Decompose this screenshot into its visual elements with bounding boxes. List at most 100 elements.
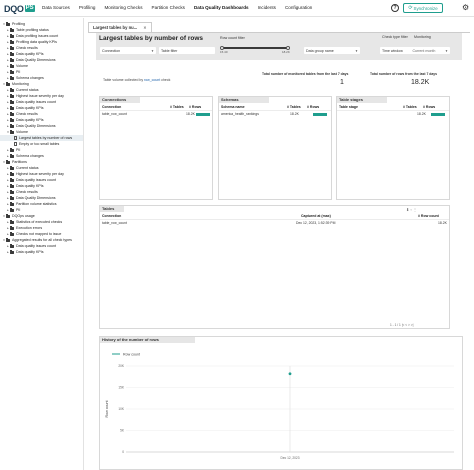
monitored-tables-value: 1 [340, 79, 344, 86]
folder-icon [10, 147, 14, 152]
connections-card: Connections Connection # Tables # Rows t… [99, 96, 213, 200]
col-table-stage[interactable]: Table stage [339, 105, 358, 109]
sidebar-item-label: Check results [16, 112, 38, 116]
time-window-label: Time window [382, 48, 403, 53]
nav-data-quality-dashboards[interactable]: Data Quality Dashboards [194, 5, 249, 10]
card-title: Connections [100, 97, 140, 103]
tables-card: Tables ⬇ ▫ ⋮ Connection Captured at (max… [99, 205, 450, 329]
pager-arrows[interactable]: |< < > >| [402, 323, 414, 327]
table-toolbar-icons[interactable]: ⬇ ▫ ⋮ [406, 207, 417, 212]
sidebar-item-label: Highest issue severity per day [16, 172, 64, 176]
dashboards-tree-sidebar: ▾ Profiling ▸ Table profiling status ▸ Data p… [0, 18, 84, 470]
sidebar-item-label: Data quality KPIs [16, 250, 44, 254]
main-nav: Data Sources Profiling Monitoring Checks Pa… [42, 5, 312, 10]
chart-title: History of the number of rows [100, 337, 195, 343]
nav-profiling[interactable]: Profiling [79, 5, 96, 10]
col-tables[interactable]: # Tables [287, 105, 301, 109]
divider [100, 110, 212, 111]
row-count-link[interactable]: row_count [144, 78, 160, 82]
check-type-filter-label: Check type filter [382, 35, 408, 39]
volume-note: Table volume collected by row_count chec… [103, 78, 170, 82]
filter-panel: Largest tables by number of rows Connect… [96, 33, 462, 60]
close-icon[interactable]: ✕ [143, 25, 146, 30]
dqops-logo[interactable]: DQO PS [4, 3, 35, 14]
col-captured-at[interactable]: Captured at (max) [301, 214, 331, 218]
slider-max-handle[interactable] [286, 45, 290, 50]
row-count-filter[interactable]: Row count filter 15.40 18.2K [220, 36, 294, 54]
document-icon [14, 136, 17, 140]
pagination[interactable]: 1 - 1 / 1 |< < > >| [390, 323, 413, 327]
help-icon[interactable]: ? [391, 4, 399, 12]
row-count-filter-label: Row count filter [220, 36, 245, 40]
check-type-filter-value[interactable]: Monitoring [414, 35, 431, 39]
folder-icon [10, 219, 14, 224]
folder-icon [10, 27, 14, 32]
table-filter-label: Table filter [161, 48, 178, 53]
col-rows[interactable]: # Rows [423, 105, 435, 109]
sidebar-item-label: Data profiling issues count [16, 34, 59, 38]
note-prefix: Table volume collected by [103, 78, 144, 82]
data-group-name-filter[interactable]: Data group name ▼ [304, 47, 360, 54]
data-point [288, 372, 292, 376]
col-schema-name[interactable]: Schema name [221, 105, 245, 109]
sidebar-item-label: Schema changes [16, 76, 44, 80]
sidebar-item[interactable]: ▸ Data quality KPIs [0, 249, 83, 255]
sidebar-item-label: DQOps usage [12, 214, 35, 218]
y-tick-label: 10K [118, 407, 125, 411]
nav-data-sources[interactable]: Data Sources [42, 5, 70, 10]
sidebar-item-label: Schema changes [16, 154, 44, 158]
folder-icon [10, 195, 14, 200]
nav-partition-checks[interactable]: Partition Checks [152, 5, 185, 10]
nav-configuration[interactable]: Configuration [285, 5, 312, 10]
table-row[interactable]: table_row_count [102, 221, 127, 225]
col-connection[interactable]: Connection [102, 105, 121, 109]
y-tick-label: 20K [118, 364, 125, 368]
sidebar-item-label: Data quality issues count [16, 178, 56, 182]
sidebar-item-label: Monitoring [12, 82, 29, 86]
table-row[interactable]: america_health_rankings [221, 112, 259, 116]
time-window-filter[interactable]: Time window Current month ▼ [380, 47, 450, 54]
folder-icon [10, 69, 14, 74]
col-row-count[interactable]: # Row count [418, 214, 439, 218]
sidebar-item-label: Data Quality Dimensions [16, 196, 56, 200]
connection-filter[interactable]: Connection ▼ [100, 47, 156, 54]
synchronize-label: Synchronize [413, 5, 438, 11]
folder-icon [6, 159, 10, 164]
sidebar-item-label: Table profiling status [16, 28, 49, 32]
col-connection[interactable]: Connection [102, 214, 121, 218]
row-history-chart: Row count 20K 15K 10K 5K 0 Row count Dec 12, 20… [105, 353, 454, 460]
tab-largest-tables[interactable]: Largest tables by nu... ✕ [88, 22, 152, 32]
y-tick-label: 5K [120, 429, 125, 433]
sidebar-item-label: Highest issue severity per day [16, 94, 64, 98]
nav-incidents[interactable]: Incidents [258, 5, 276, 10]
folder-icon [10, 117, 14, 122]
table-filter-input[interactable]: Table filter [159, 47, 215, 54]
folder-icon [10, 39, 14, 44]
sidebar-item-label: Execution errors [16, 226, 43, 230]
settings-gear-icon[interactable]: ⚙ [462, 3, 469, 13]
col-tables[interactable]: # Tables [403, 105, 417, 109]
sidebar-item-label: Largest tables by number of rows [19, 136, 73, 140]
pager-range: 1 - 1 / 1 [390, 323, 401, 327]
col-tables[interactable]: # Tables [170, 105, 184, 109]
data-group-name-label: Data group name [306, 48, 334, 53]
sidebar-item-label: Data quality issues count [16, 244, 56, 248]
folder-icon [6, 237, 10, 242]
folder-icon [10, 51, 14, 56]
col-rows[interactable]: # Rows [189, 105, 201, 109]
schemas-card: Schemas Schema name # Tables # Rows amer… [218, 96, 332, 200]
slider-min-handle[interactable] [220, 45, 224, 50]
table-stages-card: Table stages Table stage # Tables # Rows… [336, 96, 450, 200]
rows-value: 18.2K [417, 112, 426, 116]
col-rows[interactable]: # Rows [307, 105, 319, 109]
slider-max-value: 18.2K [282, 50, 290, 54]
folder-icon [10, 105, 14, 110]
nav-monitoring-checks[interactable]: Monitoring Checks [104, 5, 142, 10]
folder-icon [10, 171, 14, 176]
logo-badge: PS [24, 5, 35, 12]
sidebar-item-label: Data quality issues count [16, 100, 56, 104]
connection-filter-label: Connection [102, 48, 121, 53]
rows-bar [431, 113, 445, 116]
synchronize-button[interactable]: ⟳ Synchronize [403, 3, 443, 13]
table-row[interactable]: table_row_count [102, 112, 127, 116]
